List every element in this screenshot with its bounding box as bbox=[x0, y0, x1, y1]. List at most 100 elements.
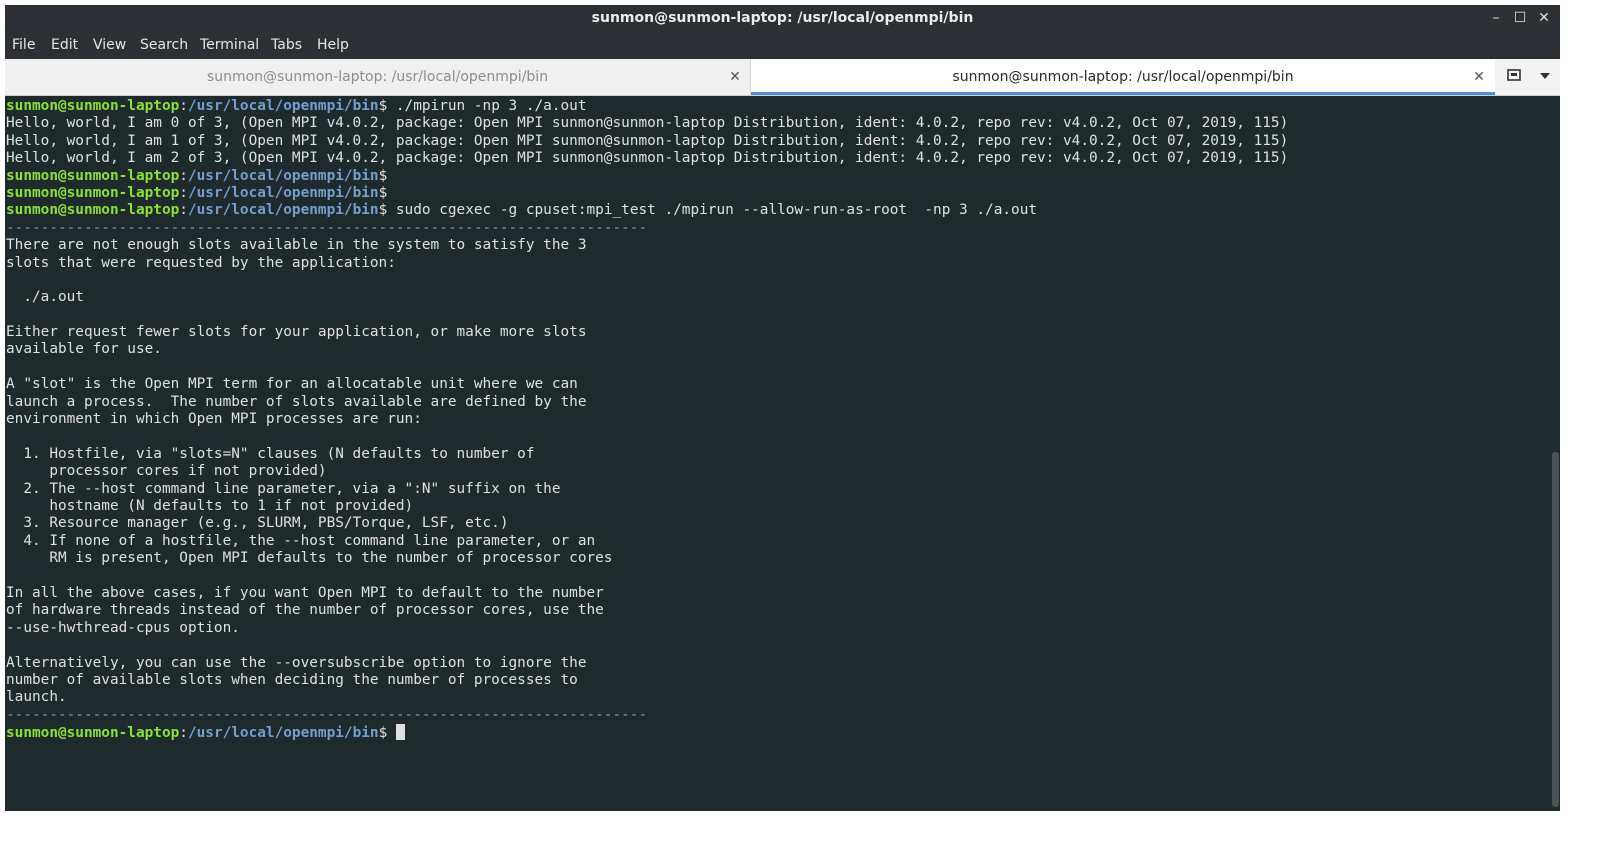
prompt-line: sunmon@sunmon-laptop:/usr/local/openmpi/… bbox=[6, 202, 1548, 219]
prompt-separator: : bbox=[179, 725, 188, 742]
minimize-icon[interactable]: – bbox=[1483, 5, 1509, 31]
tab-2[interactable]: sunmon@sunmon-laptop: /usr/local/openmpi… bbox=[751, 59, 1495, 95]
close-icon[interactable]: ✕ bbox=[1469, 59, 1489, 95]
prompt-user: sunmon@sunmon-laptop bbox=[6, 98, 180, 114]
prompt-symbol: $ bbox=[378, 98, 388, 114]
output-text: environment in which Open MPI processes … bbox=[6, 411, 422, 428]
text-cursor bbox=[395, 724, 405, 741]
output-line: Either request fewer slots for your appl… bbox=[6, 324, 1548, 341]
menu-bar: File Edit View Search Terminal Tabs Help bbox=[5, 31, 1560, 59]
window-title: sunmon@sunmon-laptop: /usr/local/openmpi… bbox=[591, 10, 974, 26]
output-line: ----------------------------------------… bbox=[6, 707, 1548, 724]
prompt-symbol: $ bbox=[378, 725, 388, 742]
prompt-line: sunmon@sunmon-laptop:/usr/local/openmpi/… bbox=[6, 185, 1548, 202]
prompt-user: sunmon@sunmon-laptop bbox=[6, 167, 180, 184]
output-text: launch a process. The number of slots av… bbox=[6, 393, 587, 410]
output-line: There are not enough slots available in … bbox=[6, 237, 1548, 254]
prompt-separator: : bbox=[179, 202, 188, 219]
output-line: ----------------------------------------… bbox=[6, 220, 1548, 237]
output-line: launch a process. The number of slots av… bbox=[6, 394, 1548, 411]
separator-line: ----------------------------------------… bbox=[6, 706, 648, 723]
output-line: Alternatively, you can use the --oversub… bbox=[6, 655, 1548, 672]
output-text: launch. bbox=[6, 689, 67, 706]
output-line: 4. If none of a hostfile, the --host com… bbox=[6, 533, 1548, 550]
tab-1[interactable]: sunmon@sunmon-laptop: /usr/local/openmpi… bbox=[5, 59, 751, 95]
prompt-separator: : bbox=[179, 98, 188, 114]
scroll-thumb[interactable] bbox=[1552, 452, 1559, 807]
prompt-user: sunmon@sunmon-laptop bbox=[6, 202, 180, 219]
output-text: processor cores if not provided) bbox=[6, 463, 327, 480]
output-line: processor cores if not provided) bbox=[6, 463, 1548, 480]
output-line: hostname (N defaults to 1 if not provide… bbox=[6, 498, 1548, 515]
prompt-symbol: $ bbox=[378, 184, 388, 201]
new-tab-icon[interactable] bbox=[1503, 59, 1525, 95]
output-text: 3. Resource manager (e.g., SLURM, PBS/To… bbox=[6, 515, 509, 532]
output-line: 3. Resource manager (e.g., SLURM, PBS/To… bbox=[6, 515, 1548, 532]
output-text: A "slot" is the Open MPI term for an all… bbox=[6, 376, 578, 393]
output-line: ./a.out bbox=[6, 289, 1548, 306]
output-text: Alternatively, you can use the --oversub… bbox=[6, 654, 587, 671]
output-text: number of available slots when deciding … bbox=[6, 671, 578, 688]
output-text: of hardware threads instead of the numbe… bbox=[6, 602, 604, 619]
prompt-path: /usr/local/openmpi/bin bbox=[187, 202, 379, 219]
prompt-path: /usr/local/openmpi/bin bbox=[187, 167, 379, 184]
output-text: Hello, world, I am 2 of 3, (Open MPI v4.… bbox=[6, 150, 1289, 167]
output-line: number of available slots when deciding … bbox=[6, 672, 1548, 689]
menu-view[interactable]: View bbox=[93, 31, 126, 59]
output-text: In all the above cases, if you want Open… bbox=[6, 584, 604, 601]
command-text bbox=[387, 725, 396, 741]
prompt-symbol: $ bbox=[378, 167, 388, 184]
chevron-down-icon[interactable] bbox=[1535, 59, 1555, 95]
scrollbar[interactable] bbox=[1551, 96, 1560, 811]
output-line: of hardware threads instead of the numbe… bbox=[6, 602, 1548, 619]
terminal-lines: sunmon@sunmon-laptop:/usr/local/openmpi/… bbox=[6, 98, 1548, 741]
output-text: 1. Hostfile, via "slots=N" clauses (N de… bbox=[6, 445, 535, 462]
output-text: 4. If none of a hostfile, the --host com… bbox=[6, 532, 596, 549]
output-line: Hello, world, I am 2 of 3, (Open MPI v4.… bbox=[6, 150, 1548, 167]
prompt-path: /usr/local/openmpi/bin bbox=[187, 98, 379, 114]
menu-help[interactable]: Help bbox=[317, 31, 349, 59]
tab-bar: sunmon@sunmon-laptop: /usr/local/openmpi… bbox=[5, 59, 1560, 96]
output-line: Hello, world, I am 0 of 3, (Open MPI v4.… bbox=[6, 115, 1548, 132]
output-text: Hello, world, I am 1 of 3, (Open MPI v4.… bbox=[6, 132, 1289, 149]
close-window-icon[interactable]: ✕ bbox=[1531, 5, 1557, 31]
output-text: slots that were requested by the applica… bbox=[6, 254, 396, 271]
menu-edit[interactable]: Edit bbox=[51, 31, 78, 59]
prompt-user: sunmon@sunmon-laptop bbox=[6, 725, 180, 742]
maximize-icon[interactable]: ☐ bbox=[1507, 5, 1533, 31]
output-line: A "slot" is the Open MPI term for an all… bbox=[6, 376, 1548, 393]
output-line: 1. Hostfile, via "slots=N" clauses (N de… bbox=[6, 446, 1548, 463]
output-line: available for use. bbox=[6, 341, 1548, 358]
tab-2-label: sunmon@sunmon-laptop: /usr/local/openmpi… bbox=[952, 69, 1294, 85]
output-line: RM is present, Open MPI defaults to the … bbox=[6, 550, 1548, 567]
output-line: launch. bbox=[6, 689, 1548, 706]
output-text: hostname (N defaults to 1 if not provide… bbox=[6, 497, 414, 514]
close-icon[interactable]: ✕ bbox=[725, 59, 745, 95]
command-text: ./mpirun -np 3 ./a.out bbox=[387, 98, 587, 114]
output-line: 2. The --host command line parameter, vi… bbox=[6, 481, 1548, 498]
output-line: slots that were requested by the applica… bbox=[6, 255, 1548, 272]
prompt-path: /usr/local/openmpi/bin bbox=[187, 725, 379, 742]
output-text: 2. The --host command line parameter, vi… bbox=[6, 480, 561, 497]
tab-1-label: sunmon@sunmon-laptop: /usr/local/openmpi… bbox=[206, 69, 549, 85]
output-line: environment in which Open MPI processes … bbox=[6, 411, 1548, 428]
separator-line: ----------------------------------------… bbox=[6, 219, 648, 236]
menu-tabs[interactable]: Tabs bbox=[271, 31, 302, 59]
terminal-output[interactable]: sunmon@sunmon-laptop:/usr/local/openmpi/… bbox=[5, 96, 1560, 811]
output-text: Either request fewer slots for your appl… bbox=[6, 324, 587, 341]
menu-search[interactable]: Search bbox=[140, 31, 188, 59]
prompt-separator: : bbox=[179, 167, 188, 184]
output-line: Hello, world, I am 1 of 3, (Open MPI v4.… bbox=[6, 133, 1548, 150]
prompt-line: sunmon@sunmon-laptop:/usr/local/openmpi/… bbox=[6, 168, 1548, 185]
prompt-user: sunmon@sunmon-laptop bbox=[6, 184, 180, 201]
title-bar[interactable]: sunmon@sunmon-laptop: /usr/local/openmpi… bbox=[5, 5, 1560, 31]
menu-terminal[interactable]: Terminal bbox=[200, 31, 259, 59]
menu-file[interactable]: File bbox=[12, 31, 35, 59]
output-text: --use-hwthread-cpus option. bbox=[6, 619, 240, 636]
